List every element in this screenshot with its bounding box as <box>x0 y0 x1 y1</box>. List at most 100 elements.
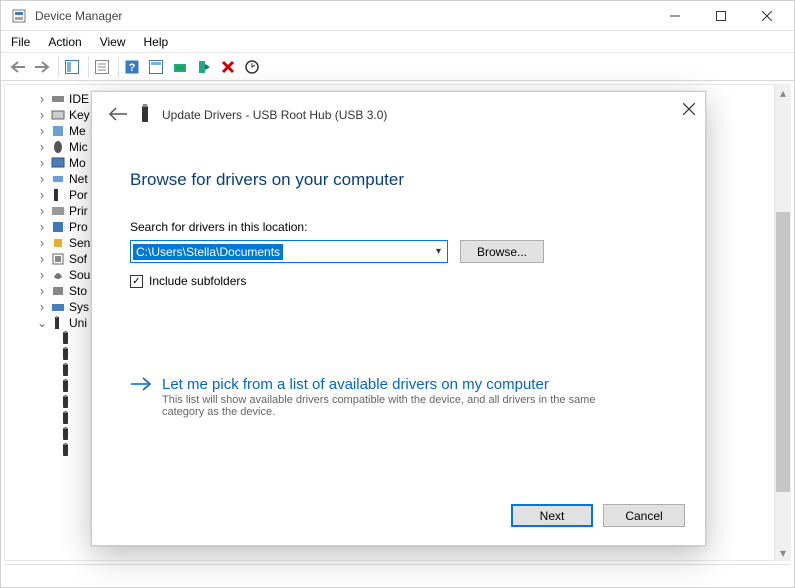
device-category-icon <box>51 268 65 282</box>
scroll-up-icon[interactable]: ▴ <box>775 84 791 101</box>
help-button[interactable]: ? <box>121 56 143 78</box>
tree-item-label: Por <box>69 188 88 202</box>
enable-device-button[interactable] <box>193 56 215 78</box>
device-category-icon <box>51 188 65 202</box>
pick-from-list-title: Let me pick from a list of available dri… <box>162 376 612 393</box>
pick-from-list-option[interactable]: Let me pick from a list of available dri… <box>130 376 667 418</box>
path-value: C:\Users\Stella\Documents <box>133 244 283 260</box>
arrow-right-icon <box>130 376 152 397</box>
scroll-down-icon[interactable]: ▾ <box>775 544 791 561</box>
device-category-icon <box>51 236 65 250</box>
menu-help[interactable]: Help <box>144 35 169 49</box>
scan-hardware-button[interactable] <box>241 56 263 78</box>
usb-device-icon <box>61 443 71 460</box>
usb-device-icon <box>61 331 71 348</box>
chevron-right-icon[interactable]: › <box>37 236 47 250</box>
chevron-right-icon[interactable]: › <box>37 220 47 234</box>
chevron-right-icon[interactable]: › <box>37 156 47 170</box>
include-subfolders-checkbox[interactable]: ✓ <box>130 275 143 288</box>
back-button[interactable] <box>7 56 29 78</box>
usb-device-icon <box>61 363 71 380</box>
device-category-icon <box>51 172 65 186</box>
usb-device-icon <box>140 104 150 127</box>
include-subfolders-label: Include subfolders <box>149 274 246 288</box>
usb-device-icon <box>61 411 71 428</box>
chevron-right-icon[interactable]: › <box>37 108 47 122</box>
statusbar <box>5 564 790 587</box>
usb-device-icon <box>61 427 71 444</box>
usb-device-icon <box>61 347 71 364</box>
chevron-right-icon[interactable]: › <box>37 124 47 138</box>
tree-item-label: Uni <box>69 316 87 330</box>
tree-item-label: Prir <box>69 204 88 218</box>
titlebar: Device Manager <box>1 1 794 31</box>
device-category-icon <box>51 204 65 218</box>
vertical-scrollbar[interactable]: ▴ ▾ <box>774 84 791 561</box>
tree-item-label: Pro <box>69 220 88 234</box>
usb-device-icon <box>61 395 71 412</box>
chevron-right-icon[interactable]: › <box>37 268 47 282</box>
maximize-button[interactable] <box>698 1 744 31</box>
search-location-label: Search for drivers in this location: <box>130 220 667 234</box>
chevron-right-icon[interactable]: › <box>37 204 47 218</box>
tree-item-label: Sys <box>69 300 89 314</box>
tree-item-label: Me <box>69 124 86 138</box>
device-category-icon <box>51 252 65 266</box>
dialog-close-button[interactable] <box>683 102 695 120</box>
chevron-right-icon[interactable]: › <box>37 92 47 106</box>
chevron-right-icon[interactable]: › <box>37 172 47 186</box>
update-driver-button[interactable] <box>169 56 191 78</box>
update-drivers-dialog: Update Drivers - USB Root Hub (USB 3.0) … <box>91 91 706 546</box>
tree-item-label: Mic <box>69 140 88 154</box>
menu-view[interactable]: View <box>100 35 126 49</box>
cancel-button[interactable]: Cancel <box>603 504 685 527</box>
usb-device-icon <box>61 379 71 396</box>
show-hide-tree-button[interactable] <box>61 56 83 78</box>
chevron-right-icon[interactable]: › <box>37 140 47 154</box>
menu-action[interactable]: Action <box>48 35 81 49</box>
device-category-icon <box>51 220 65 234</box>
tree-item-label: Key <box>69 108 90 122</box>
uninstall-device-button[interactable] <box>217 56 239 78</box>
close-button[interactable] <box>744 1 790 31</box>
chevron-right-icon[interactable]: › <box>37 300 47 314</box>
device-category-icon <box>51 140 65 154</box>
browse-button[interactable]: Browse... <box>460 240 544 263</box>
forward-button[interactable] <box>31 56 53 78</box>
dialog-back-button[interactable] <box>108 104 128 127</box>
minimize-button[interactable] <box>652 1 698 31</box>
tree-item-label: Sen <box>69 236 90 250</box>
path-combobox[interactable]: C:\Users\Stella\Documents ▾ <box>130 240 448 263</box>
usb-controller-icon <box>51 316 65 330</box>
tree-item-label: IDE <box>69 92 89 106</box>
device-category-icon <box>51 108 65 122</box>
tree-item-label: Sou <box>69 268 90 282</box>
device-category-icon <box>51 300 65 314</box>
properties-button[interactable] <box>91 56 113 78</box>
dialog-title: Update Drivers - USB Root Hub (USB 3.0) <box>162 108 387 122</box>
toolbar: ? <box>1 53 794 81</box>
menubar: File Action View Help <box>1 31 794 53</box>
tree-item-label: Mo <box>69 156 86 170</box>
app-icon <box>11 8 27 24</box>
tree-item-label: Sof <box>69 252 87 266</box>
device-category-icon <box>51 156 65 170</box>
device-category-icon <box>51 92 65 106</box>
chevron-right-icon[interactable]: › <box>37 284 47 298</box>
tree-item-label: Sto <box>69 284 87 298</box>
chevron-down-icon[interactable]: ▾ <box>436 246 441 257</box>
device-category-icon <box>51 124 65 138</box>
next-button[interactable]: Next <box>511 504 593 527</box>
tree-item-label: Net <box>69 172 88 186</box>
window-title: Device Manager <box>35 9 122 23</box>
chevron-right-icon[interactable]: › <box>37 252 47 266</box>
menu-file[interactable]: File <box>11 35 30 49</box>
svg-text:?: ? <box>129 62 136 74</box>
dialog-heading: Browse for drivers on your computer <box>130 170 667 190</box>
chevron-right-icon[interactable]: › <box>37 188 47 202</box>
action-1-button[interactable] <box>145 56 167 78</box>
scrollbar-thumb[interactable] <box>776 212 790 492</box>
pick-from-list-desc: This list will show available drivers co… <box>162 394 612 418</box>
device-category-icon <box>51 284 65 298</box>
chevron-down-icon[interactable]: ⌄ <box>37 316 47 330</box>
